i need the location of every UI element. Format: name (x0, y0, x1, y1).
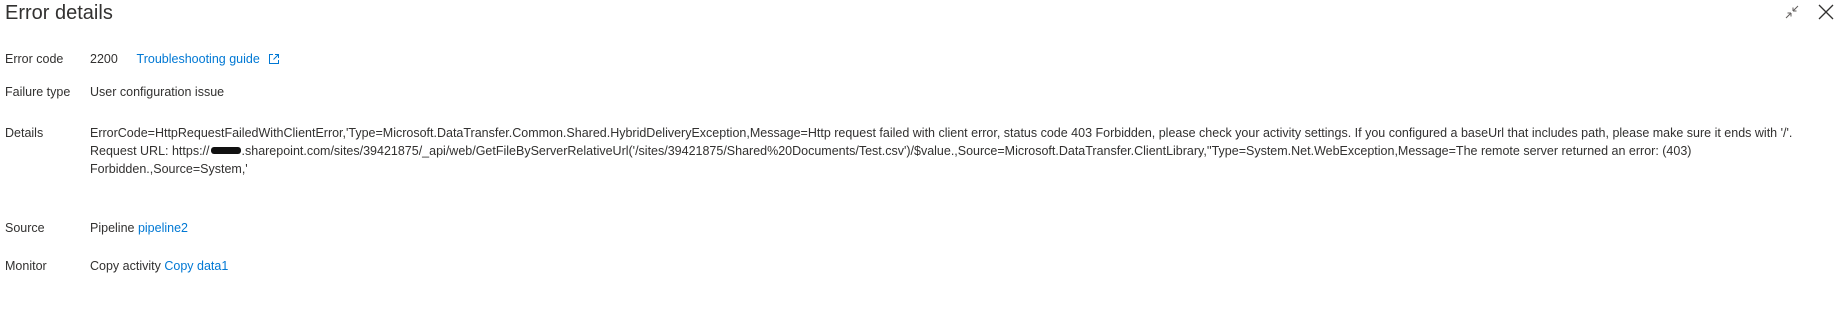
error-code-value: 2200 (90, 52, 118, 66)
error-code-label: Error code (5, 52, 64, 66)
error-code-row: Error code 2200 Troubleshooting guide (5, 50, 1816, 70)
error-code-value-container: 2200 Troubleshooting guide (90, 50, 1816, 70)
source-value: Pipeline pipeline2 (90, 219, 1816, 237)
source-label: Source (5, 221, 45, 235)
redacted-mark (210, 147, 241, 154)
monitor-row: Monitor Copy activity Copy data1 (5, 257, 1816, 275)
details-error-message: ErrorCode=HttpRequestFailedWithClientErr… (90, 126, 1793, 140)
details-row: Details ErrorCode=HttpRequestFailedWithC… (5, 124, 1816, 178)
close-icon[interactable] (1816, 2, 1836, 22)
failure-type-label: Failure type (5, 85, 71, 99)
details-request-url: Request URL: https://.sharepoint.com/sit… (90, 142, 1816, 178)
external-link-icon[interactable] (268, 52, 280, 70)
top-actions (1782, 2, 1836, 22)
monitor-prefix: Copy activity (90, 259, 165, 273)
copy-activity-link[interactable]: Copy data1 (164, 259, 228, 273)
error-details-panel: Error details Error code 2200 Troublesho… (0, 0, 1836, 318)
monitor-value: Copy activity Copy data1 (90, 257, 1816, 275)
source-row: Source Pipeline pipeline2 (5, 219, 1816, 237)
page-title: Error details (5, 2, 113, 24)
pipeline-link[interactable]: pipeline2 (138, 221, 188, 235)
failure-type-value: User configuration issue (90, 85, 225, 99)
monitor-label: Monitor (5, 259, 47, 273)
troubleshooting-guide-link[interactable]: Troubleshooting guide (137, 52, 260, 66)
collapse-icon[interactable] (1782, 2, 1802, 22)
failure-type-row: Failure type User configuration issue (5, 83, 1816, 101)
source-prefix: Pipeline (90, 221, 138, 235)
details-value: ErrorCode=HttpRequestFailedWithClientErr… (90, 124, 1816, 178)
request-url-suffix: .sharepoint.com/sites/39421875/_api/web/… (90, 144, 1692, 176)
request-url-prefix: Request URL: https:// (90, 144, 210, 158)
details-label: Details (5, 126, 44, 140)
